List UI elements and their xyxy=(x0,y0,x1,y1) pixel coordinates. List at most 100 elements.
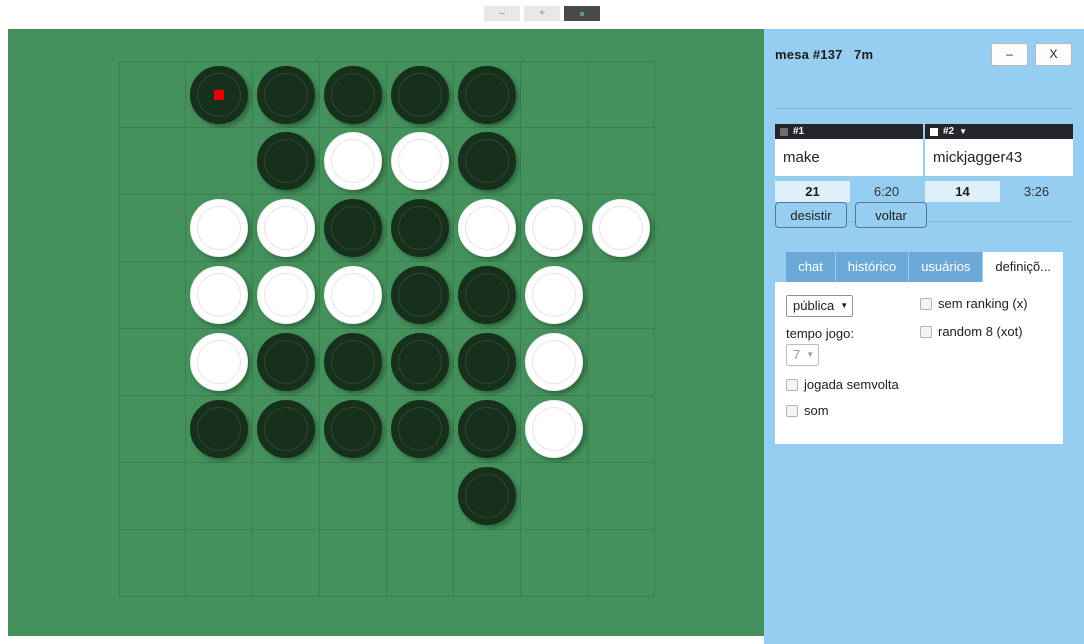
tab-usu-rios[interactable]: usuários xyxy=(909,252,984,282)
board-cell-0-0[interactable] xyxy=(119,61,186,128)
board-cell-1-6[interactable] xyxy=(521,128,588,195)
board-cell-6-6[interactable] xyxy=(521,463,588,530)
board-cell-6-5[interactable] xyxy=(454,463,521,530)
board-cell-6-1[interactable] xyxy=(186,463,253,530)
board-cell-3-6[interactable] xyxy=(521,262,588,329)
disc-black xyxy=(458,400,516,458)
checkbox-row-sem-ranking[interactable]: sem ranking (x) xyxy=(920,296,1055,311)
visibility-select[interactable]: pública ▼ xyxy=(786,295,854,317)
tab-hist-rico[interactable]: histórico xyxy=(835,252,910,282)
disc-black xyxy=(257,132,315,190)
board-cell-6-0[interactable] xyxy=(119,463,186,530)
board-cell-2-5[interactable] xyxy=(454,195,521,262)
board-cell-3-2[interactable] xyxy=(253,262,320,329)
board-cell-2-2[interactable] xyxy=(253,195,320,262)
board-cell-1-1[interactable] xyxy=(186,128,253,195)
board-cell-0-4[interactable] xyxy=(387,61,454,128)
board-cell-1-4[interactable] xyxy=(387,128,454,195)
board-cell-5-7[interactable] xyxy=(588,396,655,463)
board-cell-2-7[interactable] xyxy=(588,195,655,262)
othello-board[interactable] xyxy=(119,61,655,597)
sem-ranking-checkbox[interactable] xyxy=(920,297,932,310)
action-buttons: desistir voltar xyxy=(775,202,927,228)
board-cell-1-7[interactable] xyxy=(588,128,655,195)
board-cell-3-5[interactable] xyxy=(454,262,521,329)
board-cell-0-3[interactable] xyxy=(320,61,387,128)
board-cell-0-7[interactable] xyxy=(588,61,655,128)
close-button[interactable]: X xyxy=(1035,42,1072,66)
board-cell-7-5[interactable] xyxy=(454,530,521,597)
disc-white xyxy=(324,132,382,190)
random-8-checkbox[interactable] xyxy=(920,325,932,338)
player-card-1[interactable]: #1 make xyxy=(775,124,923,176)
som-label: som xyxy=(804,403,829,418)
checkbox-row-jogada-semvolta[interactable]: jogada semvolta xyxy=(786,377,916,392)
board-cell-0-1[interactable] xyxy=(186,61,253,128)
resign-button[interactable]: desistir xyxy=(775,202,847,228)
board-cell-4-6[interactable] xyxy=(521,329,588,396)
checkbox-row-som[interactable]: som xyxy=(786,403,916,418)
board-cell-1-3[interactable] xyxy=(320,128,387,195)
board-cell-4-7[interactable] xyxy=(588,329,655,396)
player-card-2[interactable]: #2 ▼ mickjagger43 xyxy=(925,124,1073,176)
minimize-button[interactable]: – xyxy=(991,42,1028,66)
board-cell-6-2[interactable] xyxy=(253,463,320,530)
tab-bar: chat histórico usuários definiçõ... xyxy=(775,252,1063,282)
board-cell-3-7[interactable] xyxy=(588,262,655,329)
zoom-out-button[interactable]: – xyxy=(484,6,520,21)
board-cell-5-4[interactable] xyxy=(387,396,454,463)
tab-defini-[interactable]: definiçõ... xyxy=(983,252,1063,282)
board-cell-7-6[interactable] xyxy=(521,530,588,597)
board-cell-4-5[interactable] xyxy=(454,329,521,396)
board-cell-1-5[interactable] xyxy=(454,128,521,195)
board-cell-7-7[interactable] xyxy=(588,530,655,597)
board-cell-3-4[interactable] xyxy=(387,262,454,329)
fullscreen-button[interactable] xyxy=(564,6,600,21)
board-cell-4-1[interactable] xyxy=(186,329,253,396)
board-cell-5-0[interactable] xyxy=(119,396,186,463)
board-cell-7-0[interactable] xyxy=(119,530,186,597)
board-cell-0-5[interactable] xyxy=(454,61,521,128)
board-cell-3-3[interactable] xyxy=(320,262,387,329)
board-cell-4-2[interactable] xyxy=(253,329,320,396)
board-cell-5-5[interactable] xyxy=(454,396,521,463)
board-cell-1-0[interactable] xyxy=(119,128,186,195)
board-cell-1-2[interactable] xyxy=(253,128,320,195)
board-cell-4-4[interactable] xyxy=(387,329,454,396)
time-select[interactable]: 7 ▼ xyxy=(786,344,820,366)
board-cell-0-2[interactable] xyxy=(253,61,320,128)
board-cell-4-3[interactable] xyxy=(320,329,387,396)
som-checkbox[interactable] xyxy=(786,404,798,417)
disc-black xyxy=(257,333,315,391)
board-cell-5-6[interactable] xyxy=(521,396,588,463)
settings-column-right: sem ranking (x) random 8 (xot) xyxy=(920,296,1055,352)
board-cell-4-0[interactable] xyxy=(119,329,186,396)
board-cell-3-1[interactable] xyxy=(186,262,253,329)
board-cell-2-1[interactable] xyxy=(186,195,253,262)
jogada-semvolta-checkbox[interactable] xyxy=(786,378,798,391)
disc-black xyxy=(391,266,449,324)
board-cell-7-1[interactable] xyxy=(186,530,253,597)
board-cell-6-7[interactable] xyxy=(588,463,655,530)
board-cell-6-4[interactable] xyxy=(387,463,454,530)
board-cell-7-2[interactable] xyxy=(253,530,320,597)
board-cell-2-4[interactable] xyxy=(387,195,454,262)
board-cell-7-4[interactable] xyxy=(387,530,454,597)
board-cell-5-1[interactable] xyxy=(186,396,253,463)
tab-chat[interactable]: chat xyxy=(786,252,836,282)
board-cell-2-6[interactable] xyxy=(521,195,588,262)
disc-white xyxy=(525,199,583,257)
board-cell-0-6[interactable] xyxy=(521,61,588,128)
board-cell-5-3[interactable] xyxy=(320,396,387,463)
board-cell-2-3[interactable] xyxy=(320,195,387,262)
checkbox-row-random-8[interactable]: random 8 (xot) xyxy=(920,324,1055,339)
board-cell-7-3[interactable] xyxy=(320,530,387,597)
disc-black xyxy=(391,400,449,458)
board-cell-5-2[interactable] xyxy=(253,396,320,463)
board-cell-3-0[interactable] xyxy=(119,262,186,329)
board-cell-6-3[interactable] xyxy=(320,463,387,530)
zoom-in-button[interactable]: + xyxy=(524,6,560,21)
board-cell-2-0[interactable] xyxy=(119,195,186,262)
player-2-name: mickjagger43 xyxy=(933,149,1023,166)
undo-button[interactable]: voltar xyxy=(855,202,927,228)
